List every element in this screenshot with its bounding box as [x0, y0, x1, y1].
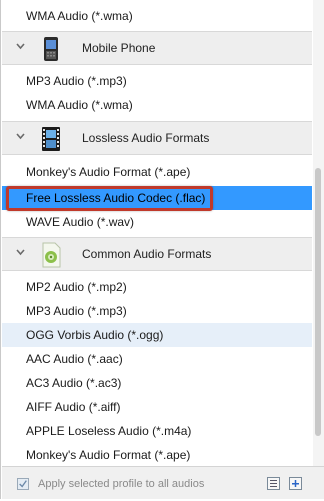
list-item[interactable]: MP2 Audio (*.mp2) — [2, 275, 312, 299]
apply-all-label: Apply selected profile to all audios — [38, 478, 205, 490]
scrollbar-thumb[interactable] — [315, 168, 321, 436]
group-header-lossless-audio-formats[interactable]: Lossless Audio Formats — [2, 121, 312, 155]
checkmark-icon — [19, 480, 27, 488]
profile-list-panel: WMA Audio (*.wma) Mobile Phone MP3 Audio… — [0, 0, 324, 499]
list-item[interactable]: WAVE Audio (*.wav) — [2, 210, 312, 234]
audio-file-icon — [42, 242, 61, 268]
apply-all-checkbox[interactable] — [17, 478, 29, 490]
list-item[interactable]: MP3 Audio (*.mp3) — [2, 299, 312, 323]
chevron-down-icon[interactable] — [16, 42, 25, 51]
group-header-common-audio-formats[interactable]: Common Audio Formats — [2, 237, 312, 271]
list-item[interactable]: Monkey's Audio Format (*.ape) — [2, 443, 312, 467]
list-item[interactable]: AIFF Audio (*.aiff) — [2, 395, 312, 419]
group-header-mobile-phone[interactable]: Mobile Phone — [2, 31, 312, 65]
group-label: Common Audio Formats — [82, 247, 212, 261]
list-item-hovered[interactable]: OGG Vorbis Audio (*.ogg) — [2, 323, 312, 347]
group-label: Lossless Audio Formats — [82, 131, 210, 145]
footer-bar: Apply selected profile to all audios — [2, 466, 324, 499]
chevron-down-icon[interactable] — [16, 132, 25, 141]
film-strip-icon — [42, 127, 60, 151]
list-item[interactable]: AC3 Audio (*.ac3) — [2, 371, 312, 395]
list-item[interactable]: APPLE Loseless Audio (*.m4a) — [2, 419, 312, 443]
chevron-down-icon[interactable] — [16, 248, 25, 257]
collapse-icon[interactable] — [266, 476, 281, 491]
list-item[interactable]: WMA Audio (*.wma) — [2, 4, 312, 28]
mobile-phone-icon — [44, 37, 58, 61]
list-item[interactable]: MP3 Audio (*.mp3) — [2, 69, 312, 93]
group-label: Mobile Phone — [82, 41, 156, 55]
list-item[interactable]: AAC Audio (*.aac) — [2, 347, 312, 371]
annotation-highlight-box — [6, 186, 213, 211]
expand-icon[interactable] — [288, 476, 303, 491]
list-item[interactable]: WMA Audio (*.wma) — [2, 93, 312, 117]
list-item[interactable]: Monkey's Audio Format (*.ape) — [2, 160, 312, 184]
